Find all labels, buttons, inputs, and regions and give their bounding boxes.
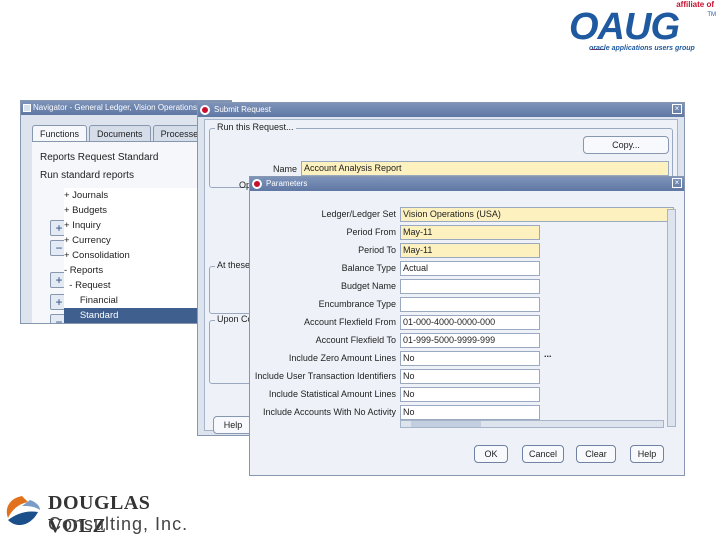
run-request-label: Run this Request... bbox=[215, 122, 296, 132]
parameter-label: Balance Type bbox=[341, 263, 396, 273]
vertical-scrollbar[interactable] bbox=[667, 209, 676, 427]
navigator-title: Navigator - General Ledger, Vision Opera… bbox=[33, 103, 197, 112]
parameter-field[interactable] bbox=[400, 297, 540, 312]
parameter-field[interactable]: No bbox=[400, 387, 540, 402]
parameter-label: Include Accounts With No Activity bbox=[262, 407, 396, 417]
ok-button[interactable]: OK bbox=[474, 445, 508, 463]
parameter-label: Account Flexfield To bbox=[315, 335, 396, 345]
parameter-label: Ledger/Ledger Set bbox=[321, 209, 396, 219]
tab-documents[interactable]: Documents bbox=[89, 125, 151, 141]
window-icon bbox=[23, 104, 31, 112]
submit-request-titlebar[interactable]: Submit Request × bbox=[198, 103, 684, 117]
oaug-trademark: TM bbox=[707, 12, 716, 18]
cancel-button[interactable]: Cancel bbox=[522, 445, 564, 463]
close-icon[interactable]: × bbox=[672, 178, 682, 188]
parameter-label: Period To bbox=[358, 245, 396, 255]
parameter-label: Include User Transaction Identifiers bbox=[254, 371, 396, 381]
functions-panel: Reports Request Standard Run standard re… bbox=[32, 141, 224, 323]
oracle-icon bbox=[200, 105, 210, 115]
copy-button[interactable]: Copy... bbox=[583, 136, 669, 154]
oaug-logo: affiliate of OAUG TM oracle applications… bbox=[565, 0, 720, 60]
parameter-label: Account Flexfield From bbox=[303, 317, 396, 327]
parameter-field[interactable]: 01-000-4000-0000-000 bbox=[400, 315, 540, 330]
submit-request-title: Submit Request bbox=[214, 105, 271, 114]
oaug-wordmark: OAUG bbox=[569, 6, 680, 48]
parameters-titlebar[interactable]: Parameters × bbox=[250, 177, 684, 191]
swirl-icon bbox=[6, 496, 40, 526]
horizontal-scrollbar[interactable] bbox=[400, 420, 664, 428]
parameter-label: Budget Name bbox=[340, 281, 396, 291]
parameter-field[interactable]: Actual bbox=[400, 261, 540, 276]
parameter-label: Period From bbox=[346, 227, 396, 237]
scroll-thumb[interactable] bbox=[411, 421, 481, 427]
oaug-tagline: oracle applications users group bbox=[589, 45, 695, 52]
parameter-field[interactable] bbox=[400, 279, 540, 294]
help-button[interactable]: Help bbox=[630, 445, 664, 463]
function-description: Reports Request Standard bbox=[40, 152, 159, 163]
parameter-field[interactable]: Vision Operations (USA) bbox=[400, 207, 674, 222]
oracle-icon bbox=[252, 179, 262, 189]
parameters-title: Parameters bbox=[266, 179, 308, 188]
report-name-field[interactable]: Account Analysis Report bbox=[301, 161, 669, 176]
clear-button[interactable]: Clear bbox=[576, 445, 616, 463]
operating-unit-label: Op bbox=[238, 180, 251, 190]
name-label: Name bbox=[272, 164, 297, 174]
douglas-volz-logo: DOUGLAS VOLZ Consulting, Inc. bbox=[0, 490, 200, 540]
at-these-times-label: At these bbox=[215, 260, 253, 270]
parameter-field[interactable]: No bbox=[400, 351, 540, 366]
parameter-label: Include Statistical Amount Lines bbox=[268, 389, 396, 399]
function-subdescription: Run standard reports bbox=[40, 170, 134, 181]
help-button[interactable]: Help bbox=[213, 416, 253, 434]
tab-functions[interactable]: Functions bbox=[32, 125, 88, 141]
parameter-label: Encumbrance Type bbox=[318, 299, 396, 309]
navigator-tabs: Functions Documents Processes bbox=[32, 125, 211, 141]
parameter-field[interactable]: May-11 bbox=[400, 243, 540, 258]
parameter-field[interactable]: May-11 bbox=[400, 225, 540, 240]
parameters-window: Parameters × Ledger/Ledger Set Vision Ope… bbox=[249, 176, 685, 476]
parameter-label: Include Zero Amount Lines bbox=[288, 353, 396, 363]
more-options-icon[interactable]: ... bbox=[544, 349, 552, 359]
oaug-affiliate-text: affiliate of bbox=[676, 0, 714, 9]
consultant-subtitle: Consulting, Inc. bbox=[48, 514, 189, 534]
close-icon[interactable]: × bbox=[672, 104, 682, 114]
parameter-field[interactable]: No bbox=[400, 405, 540, 420]
parameter-field[interactable]: 01-999-5000-9999-999 bbox=[400, 333, 540, 348]
parameter-field[interactable]: No bbox=[400, 369, 540, 384]
